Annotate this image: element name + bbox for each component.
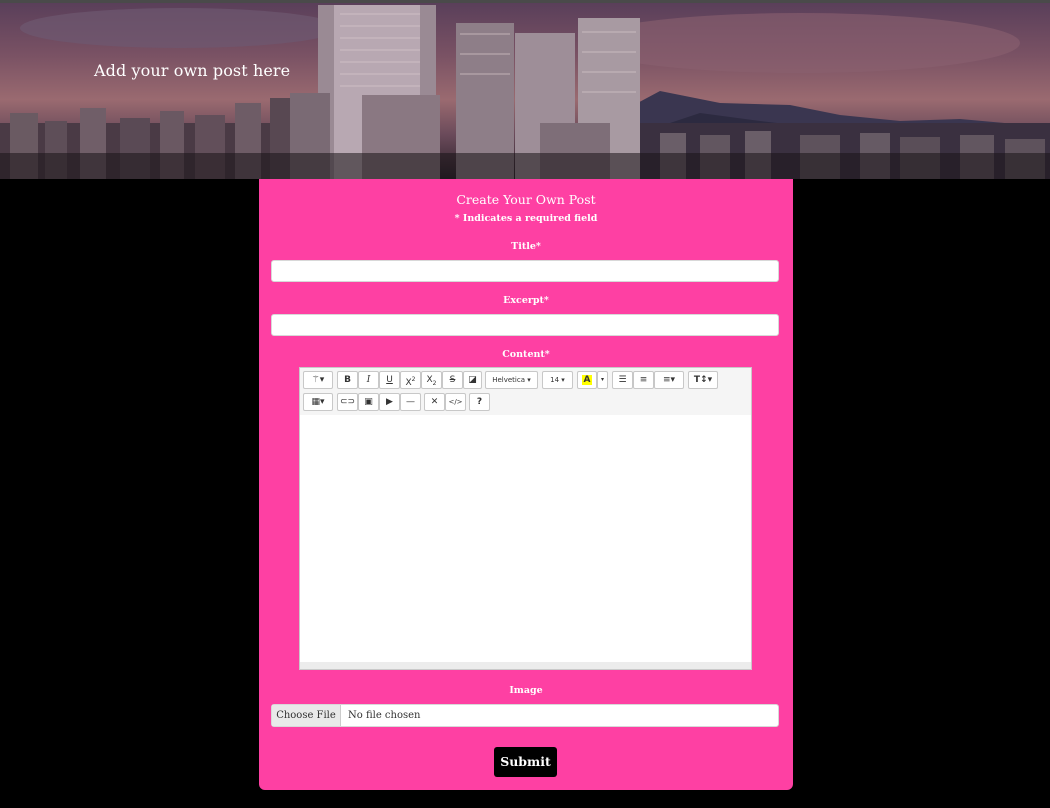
font-size-dropdown[interactable]: 14 ▾ [542,371,573,389]
required-field-note: * Indicates a required field [454,213,598,224]
rich-text-editor: ⚚▾ B I U X2 X2 S ◪ Helvetica ▾ 14 ▾ A ▾ … [299,367,752,670]
text-color-letter: A [581,375,593,385]
font-name-dropdown[interactable]: Helvetica ▾ [485,371,538,389]
superscript-button[interactable]: X2 [400,371,421,389]
content-editor-area[interactable] [300,415,751,662]
hero-title: Add your own post here [94,61,291,80]
horizontal-rule-icon[interactable]: — [400,393,421,411]
eraser-icon[interactable]: ◪ [463,371,482,389]
code-view-icon[interactable]: </> [445,393,466,411]
style-dropdown[interactable]: T↕▾ [688,371,718,389]
create-post-form: Create Your Own Post * Indicates a requi… [259,179,793,790]
bold-button[interactable]: B [337,371,358,389]
video-icon[interactable]: ▶ [379,393,400,411]
image-label: Image [509,685,543,696]
table-icon[interactable]: ▦▾ [303,393,333,411]
excerpt-input[interactable] [271,314,779,336]
underline-button[interactable]: U [379,371,400,389]
font-size-value: 14 [550,376,560,384]
city-skyline-image [0,5,1050,179]
title-label: Title* [511,241,541,252]
strikethrough-button[interactable]: S [442,371,463,389]
excerpt-label: Excerpt* [503,295,549,306]
subscript-button[interactable]: X2 [421,371,442,389]
form-title: Create Your Own Post [456,192,596,207]
magic-wand-icon[interactable]: ⚚▾ [303,371,333,389]
choose-file-button[interactable]: Choose File [272,705,341,726]
content-label: Content* [502,349,550,360]
font-name-value: Helvetica [492,376,526,384]
unordered-list-icon[interactable]: ☰ [612,371,633,389]
editor-toolbar: ⚚▾ B I U X2 X2 S ◪ Helvetica ▾ 14 ▾ A ▾ … [300,368,751,416]
image-file-input[interactable]: Choose File No file chosen [271,704,779,727]
link-icon[interactable]: ⊂⊃ [337,393,358,411]
submit-button[interactable]: Submit [494,747,557,777]
italic-button[interactable]: I [358,371,379,389]
paragraph-align-icon[interactable]: ≡▾ [654,371,684,389]
editor-resize-bar[interactable] [300,662,751,669]
hero-banner: Add your own post here [0,3,1050,179]
help-button[interactable]: ? [469,393,490,411]
ordered-list-icon[interactable]: ≡ [633,371,654,389]
style-letter: T [693,375,701,385]
file-status-text: No file chosen [348,710,421,721]
color-dropdown-caret[interactable]: ▾ [597,371,608,389]
text-color-button[interactable]: A [577,371,597,389]
title-input[interactable] [271,260,779,282]
image-icon[interactable]: ▣ [358,393,379,411]
fullscreen-icon[interactable]: ✕ [424,393,445,411]
